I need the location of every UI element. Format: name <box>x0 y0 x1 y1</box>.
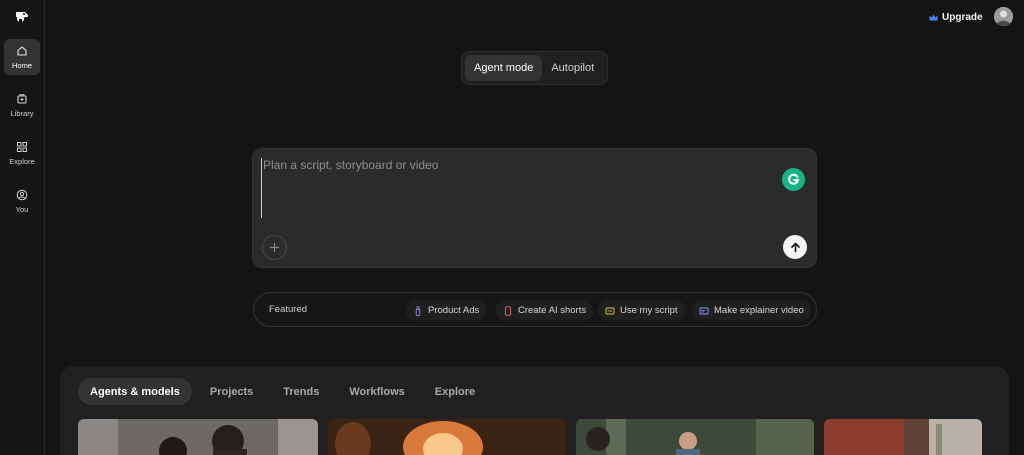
sidebar-item-label: Explore <box>9 156 35 166</box>
chip-create-ai-shorts[interactable]: Create AI shorts <box>496 300 594 321</box>
tab-explore[interactable]: Explore <box>423 378 487 405</box>
thumbnail-image <box>78 419 318 455</box>
thumbnail-card[interactable] <box>576 419 814 455</box>
chip-label: Make explainer video <box>714 305 804 316</box>
thumbnail-card[interactable] <box>328 419 566 455</box>
prompt-input[interactable] <box>261 158 771 218</box>
phone-icon <box>505 305 511 316</box>
thumbnail-card[interactable] <box>824 419 982 455</box>
sidebar-item-home[interactable]: Home <box>4 39 40 75</box>
chip-use-my-script[interactable]: Use my script <box>598 300 685 321</box>
sidebar-item-library[interactable]: Library <box>4 87 40 123</box>
script-icon <box>605 307 615 314</box>
add-attachment-button[interactable] <box>262 235 287 260</box>
sidebar-item-label: You <box>15 204 29 214</box>
thumbnail-image <box>576 419 814 455</box>
featured-bar: Featured Product Ads Create AI shorts Us… <box>253 292 817 327</box>
content-panel: Agents & models Projects Trends Workflow… <box>60 366 1009 455</box>
prompt-box <box>252 148 817 268</box>
plus-icon <box>270 243 279 252</box>
upgrade-label: Upgrade <box>942 11 983 23</box>
content-tabs: Agents & models Projects Trends Workflow… <box>78 378 493 405</box>
featured-label: Featured <box>269 304 308 315</box>
chip-label: Use my script <box>620 305 678 316</box>
upgrade-button[interactable]: Upgrade <box>929 9 983 25</box>
app-logo-icon[interactable] <box>12 7 32 27</box>
sidebar-item-label: Library <box>10 108 34 118</box>
send-button[interactable] <box>783 235 807 259</box>
tab-projects[interactable]: Projects <box>198 378 265 405</box>
sidebar-item-you[interactable]: You <box>4 183 40 219</box>
grid-icon <box>17 141 27 152</box>
tab-agents-models[interactable]: Agents & models <box>78 378 192 405</box>
thumbnail-image <box>328 419 566 455</box>
chip-product-ads[interactable]: Product Ads <box>406 300 487 321</box>
presentation-icon <box>699 307 709 314</box>
chip-label: Create AI shorts <box>518 305 587 316</box>
tab-workflows[interactable]: Workflows <box>337 378 416 405</box>
avatar[interactable] <box>994 7 1013 26</box>
chip-label: Product Ads <box>428 305 480 316</box>
agent-mode-button[interactable]: Agent mode <box>465 55 543 81</box>
home-icon <box>17 45 27 56</box>
chip-make-explainer-video[interactable]: Make explainer video <box>692 300 811 321</box>
sidebar-item-label: Home <box>11 60 32 70</box>
sidebar: Home Library Explore You <box>0 0 45 455</box>
user-icon <box>16 189 28 200</box>
bottle-icon <box>415 306 421 316</box>
thumbnail-card[interactable] <box>78 419 318 455</box>
tab-trends[interactable]: Trends <box>271 378 331 405</box>
autopilot-button[interactable]: Autopilot <box>542 55 603 81</box>
crown-icon <box>929 14 938 20</box>
sidebar-item-explore[interactable]: Explore <box>4 135 40 171</box>
library-icon <box>17 93 27 104</box>
thumbnail-image <box>824 419 982 455</box>
mode-toggle: Agent mode Autopilot <box>461 51 608 85</box>
arrow-up-icon <box>790 242 800 252</box>
avatar-image <box>994 7 1013 26</box>
grammarly-icon[interactable] <box>782 168 805 191</box>
